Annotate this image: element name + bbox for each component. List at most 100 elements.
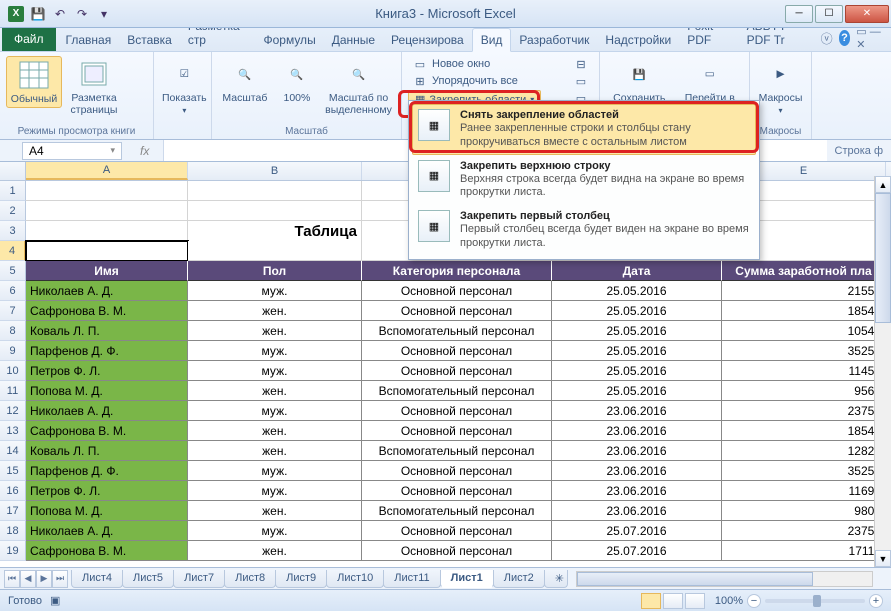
sheet-tab[interactable]: Лист11: [383, 570, 440, 588]
cell[interactable]: [26, 181, 188, 201]
sheet-tab[interactable]: Лист10: [326, 570, 384, 588]
row-header[interactable]: 9: [0, 341, 26, 361]
cell-sex[interactable]: муж.: [188, 461, 362, 481]
cell-name[interactable]: Попова М. Д.: [26, 501, 188, 521]
sheet-tab[interactable]: Лист1: [440, 570, 494, 588]
row-header[interactable]: 1: [0, 181, 26, 201]
show-button[interactable]: ☑ Показать▾: [160, 56, 209, 117]
zoom-slider[interactable]: [765, 599, 865, 603]
normal-view-icon-status[interactable]: [641, 593, 661, 609]
cell-name[interactable]: Парфенов Д. Ф.: [26, 341, 188, 361]
cell-sex[interactable]: муж.: [188, 281, 362, 301]
col-header-b[interactable]: B: [188, 162, 362, 180]
arrange-all-button[interactable]: ⊞Упорядочить все: [408, 73, 541, 89]
cell-sex[interactable]: муж.: [188, 521, 362, 541]
row-header[interactable]: 5: [0, 261, 26, 281]
sheet-nav-last-icon[interactable]: ⏭: [52, 570, 68, 588]
tab-formulas[interactable]: Формулы: [255, 29, 323, 51]
cell-sum[interactable]: 18546: [722, 301, 886, 321]
new-window-button[interactable]: ▭Новое окно: [408, 56, 541, 72]
cell-category[interactable]: Основной персонал: [362, 461, 552, 481]
row-header[interactable]: 18: [0, 521, 26, 541]
cell-name[interactable]: Коваль Л. П.: [26, 441, 188, 461]
cell-name[interactable]: Петров Ф. Л.: [26, 361, 188, 381]
cell-sum[interactable]: 21556: [722, 281, 886, 301]
fx-icon[interactable]: fx: [132, 144, 157, 158]
cell-sum[interactable]: 17115: [722, 541, 886, 561]
page-break-view-icon-status[interactable]: [685, 593, 705, 609]
cell-sex[interactable]: муж.: [188, 361, 362, 381]
cell-name[interactable]: Попова М. Д.: [26, 381, 188, 401]
normal-view-button[interactable]: Обычный: [6, 56, 62, 108]
cell-category[interactable]: Основной персонал: [362, 361, 552, 381]
horizontal-scrollbar[interactable]: [576, 571, 873, 587]
cell-date[interactable]: 25.05.2016: [552, 321, 722, 341]
maximize-button[interactable]: ☐: [815, 5, 843, 23]
sheet-tab[interactable]: Лист5: [122, 570, 174, 588]
cell-sum[interactable]: 18546: [722, 421, 886, 441]
cell-category[interactable]: Вспомогательный персонал: [362, 381, 552, 401]
header-sex[interactable]: Пол: [188, 261, 362, 281]
sheet-tab[interactable]: Лист7: [173, 570, 225, 588]
cell-name[interactable]: Коваль Л. П.: [26, 321, 188, 341]
cell-name[interactable]: Сафронова В. М.: [26, 541, 188, 561]
doc-min-icon[interactable]: ▭ — ✕: [856, 25, 883, 51]
minimize-button[interactable]: ─: [785, 5, 813, 23]
row-header[interactable]: 15: [0, 461, 26, 481]
tab-view[interactable]: Вид: [472, 28, 512, 52]
new-sheet-button[interactable]: ✳: [544, 570, 568, 588]
cell-sex[interactable]: жен.: [188, 321, 362, 341]
cell-name[interactable]: Сафронова В. М.: [26, 301, 188, 321]
cell-name[interactable]: Николаев А. Д.: [26, 521, 188, 541]
cell-date[interactable]: 23.06.2016: [552, 421, 722, 441]
cell-date[interactable]: 23.06.2016: [552, 481, 722, 501]
zoom-in-button[interactable]: +: [869, 594, 883, 608]
cell-date[interactable]: 25.05.2016: [552, 381, 722, 401]
cell-sex[interactable]: жен.: [188, 501, 362, 521]
row-header[interactable]: 2: [0, 201, 26, 221]
zoom-button[interactable]: 🔍 Масштаб: [218, 56, 272, 106]
cell-name[interactable]: Сафронова В. М.: [26, 421, 188, 441]
cell-sex[interactable]: жен.: [188, 441, 362, 461]
cell-category[interactable]: Вспомогательный персонал: [362, 321, 552, 341]
header-name[interactable]: Имя: [26, 261, 188, 281]
cell-category[interactable]: Основной персонал: [362, 521, 552, 541]
tab-insert[interactable]: Вставка: [119, 29, 180, 51]
cell-sex[interactable]: жен.: [188, 541, 362, 561]
cell-name[interactable]: Петров Ф. Л.: [26, 481, 188, 501]
cell-sum[interactable]: 12821: [722, 441, 886, 461]
file-tab[interactable]: Файл: [2, 27, 56, 51]
cell-date[interactable]: 23.06.2016: [552, 461, 722, 481]
page-layout-button[interactable]: Разметка страницы: [66, 56, 122, 118]
row-header[interactable]: 10: [0, 361, 26, 381]
vertical-scrollbar[interactable]: ▲ ▼: [874, 176, 891, 567]
save-icon[interactable]: 💾: [28, 4, 48, 24]
freeze-top-row-item[interactable]: ▦ Закрепить верхнюю строку Верхняя строк…: [412, 155, 756, 206]
cell-name[interactable]: Николаев А. Д.: [26, 401, 188, 421]
qat-dropdown-icon[interactable]: ▾: [94, 4, 114, 24]
cell-date[interactable]: 25.05.2016: [552, 281, 722, 301]
cell-name[interactable]: Николаев А. Д.: [26, 281, 188, 301]
cell-category[interactable]: Основной персонал: [362, 281, 552, 301]
row-header[interactable]: 4: [0, 241, 26, 261]
zoom-selection-button[interactable]: 🔍 Масштаб по выделенному: [322, 56, 395, 118]
close-button[interactable]: ✕: [845, 5, 889, 23]
row-header[interactable]: 17: [0, 501, 26, 521]
cell-date[interactable]: 25.07.2016: [552, 521, 722, 541]
select-all-corner[interactable]: [0, 162, 26, 180]
cell-sum[interactable]: 23754: [722, 521, 886, 541]
macro-record-icon[interactable]: ▣: [50, 594, 60, 607]
row-header[interactable]: 8: [0, 321, 26, 341]
cell-sum[interactable]: 9564: [722, 381, 886, 401]
cell-category[interactable]: Основной персонал: [362, 401, 552, 421]
redo-icon[interactable]: ↷: [72, 4, 92, 24]
row-header[interactable]: 14: [0, 441, 26, 461]
help-icon[interactable]: ?: [839, 30, 851, 46]
cell-sex[interactable]: жен.: [188, 381, 362, 401]
cell-date[interactable]: 25.05.2016: [552, 361, 722, 381]
freeze-first-col-item[interactable]: ▦ Закрепить первый столбец Первый столбе…: [412, 205, 756, 256]
sheet-tab[interactable]: Лист9: [275, 570, 327, 588]
cell-sum[interactable]: 10546: [722, 321, 886, 341]
vscroll-thumb[interactable]: [875, 193, 891, 323]
cell-sum[interactable]: 23754: [722, 401, 886, 421]
